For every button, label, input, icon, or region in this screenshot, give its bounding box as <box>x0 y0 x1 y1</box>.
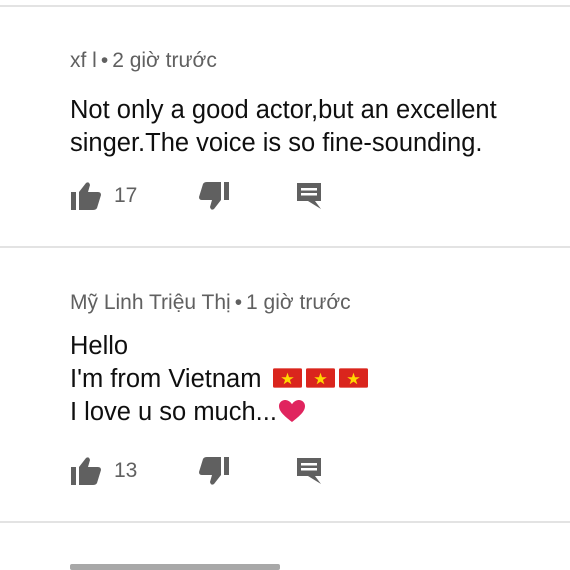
comment-text-line: Not only a good actor,but an excellent <box>70 96 497 124</box>
comment-author[interactable]: Mỹ Linh Triệu Thị <box>70 291 231 314</box>
vietnam-flag-icon <box>272 368 302 388</box>
comment-meta: Mỹ Linh Triệu Thị • 1 giờ trước <box>70 290 560 316</box>
dislike-button[interactable] <box>198 180 230 212</box>
like-count: 13 <box>114 459 138 482</box>
dislike-button[interactable] <box>198 455 230 487</box>
comment-text-line: singer.The voice is so fine-sounding. <box>70 129 483 157</box>
thumbs-down-icon <box>199 182 229 210</box>
comments-section: xf l • 2 giờ trước Not only a good actor,b… <box>0 0 570 570</box>
comment-text: Hello I'm from Vietnam I love u so much.… <box>70 330 560 429</box>
thumbs-down-icon <box>199 457 229 485</box>
comment-item: Mỹ Linh Triệu Thị • 1 giờ trước Hello I'm … <box>70 290 560 429</box>
comment-text-line-with-flags: I'm from Vietnam <box>70 363 560 396</box>
divider <box>0 521 570 523</box>
red-heart-icon <box>278 400 305 422</box>
comment-text-segment: I love u so much... <box>70 398 277 426</box>
like-count: 17 <box>114 184 138 207</box>
comment-author[interactable]: xf l <box>70 49 97 72</box>
divider <box>0 246 570 248</box>
reply-comment-icon <box>297 458 321 484</box>
meta-separator: • <box>234 291 243 314</box>
comment-text-line: Hello <box>70 332 129 360</box>
like-button[interactable]: 13 <box>70 455 137 487</box>
comment-time[interactable]: 2 giờ trước <box>112 49 217 72</box>
comment-item: xf l • 2 giờ trước Not only a good actor,b… <box>70 48 560 160</box>
thumbs-up-icon <box>71 457 101 485</box>
comment-text-segment: I'm from Vietnam <box>70 365 262 393</box>
comment-text: Not only a good actor,but an excellent s… <box>70 94 560 160</box>
comment-meta: xf l • 2 giờ trước <box>70 48 560 74</box>
reply-button[interactable] <box>296 180 322 212</box>
vietnam-flag-icon <box>305 368 335 388</box>
reply-comment-icon <box>297 183 321 209</box>
vietnam-flag-icon <box>338 368 368 388</box>
like-button[interactable]: 17 <box>70 180 137 212</box>
comment-time[interactable]: 1 giờ trước <box>246 291 351 314</box>
reply-button[interactable] <box>296 455 322 487</box>
next-comment-meta-clipped <box>70 560 300 570</box>
comment-text-line-with-heart: I love u so much... <box>70 396 560 429</box>
meta-separator: • <box>100 49 109 72</box>
divider <box>0 5 570 7</box>
thumbs-up-icon <box>71 182 101 210</box>
